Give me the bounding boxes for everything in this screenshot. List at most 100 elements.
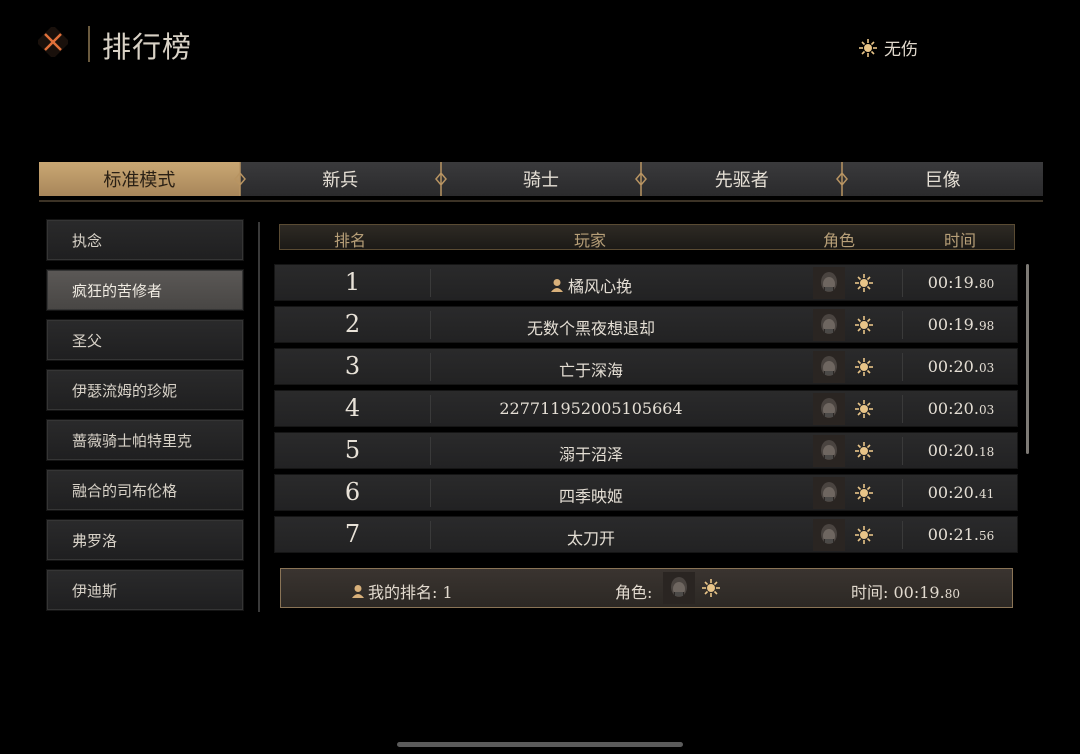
sidebar-item[interactable]: 执念 <box>46 219 244 261</box>
character-portrait-icon <box>813 519 845 551</box>
player-name: 227711952005105664 <box>499 399 683 418</box>
tab-divider-icon <box>233 162 246 196</box>
tab-label: 巨像 <box>924 170 961 191</box>
player-cell: 四季映姬 <box>431 483 751 507</box>
tab-recruit[interactable]: 新兵 <box>240 162 447 196</box>
my-time: 时间: 00:19.80 <box>851 579 960 603</box>
time-cell: 00:19.80 <box>903 273 1019 292</box>
table-row[interactable]: 4 227711952005105664 00:20.03 <box>274 390 1018 427</box>
player-cell: 太刀开 <box>431 525 751 549</box>
time-cell: 00:21.56 <box>903 525 1019 544</box>
table-row[interactable]: 5 溺于沼泽 00:20.18 <box>274 432 1018 469</box>
boss-list: 执念 疯狂的苦修者 圣父 伊瑟流姆的珍妮 蔷薇骑士帕特里克 融合的司布伦格 弗罗… <box>46 219 244 619</box>
time-ms: 03 <box>978 403 995 417</box>
flawless-label: 无伤 <box>884 40 918 60</box>
player-name: 无数个黑夜想退却 <box>526 319 655 338</box>
time-main: 00:20. <box>927 357 979 376</box>
tab-label: 骑士 <box>522 170 559 191</box>
player-cell: 亡于深海 <box>431 357 751 381</box>
player-cell: 溺于沼泽 <box>431 441 751 465</box>
player-cell: 橘风心挽 <box>431 273 751 297</box>
table-row[interactable]: 2 无数个黑夜想退却 00:19.98 <box>274 306 1018 343</box>
sidebar-item-label: 弗罗洛 <box>72 531 118 550</box>
sidebar-item[interactable]: 圣父 <box>46 319 244 361</box>
player-name: 四季映姬 <box>558 487 623 506</box>
sidebar-item-label: 伊瑟流姆的珍妮 <box>72 381 178 400</box>
sidebar-item[interactable]: 弗罗洛 <box>46 519 244 561</box>
player-name: 太刀开 <box>566 529 615 548</box>
sidebar-item-label: 伊迪斯 <box>72 581 118 600</box>
sun-emblem-icon <box>855 484 873 502</box>
sun-emblem-icon <box>855 316 873 334</box>
sidebar-item[interactable]: 融合的司布伦格 <box>46 469 244 511</box>
mode-tabs: 标准模式 新兵 骑士 先驱者 巨像 <box>39 162 1043 196</box>
time-main: 00:20. <box>927 399 979 418</box>
column-header-character: 角色 <box>823 231 856 250</box>
sidebar-item[interactable]: 疯狂的苦修者 <box>46 269 244 311</box>
column-header-player: 玩家 <box>574 231 607 250</box>
rank-cell: 7 <box>344 520 361 548</box>
time-main: 00:20. <box>927 483 979 502</box>
column-header-time: 时间 <box>944 231 977 250</box>
tab-divider-icon <box>836 162 849 196</box>
sidebar-item[interactable]: 蔷薇骑士帕特里克 <box>46 419 244 461</box>
time-ms: 98 <box>978 319 995 333</box>
sun-emblem-icon <box>855 400 873 418</box>
sidebar-item-label: 圣父 <box>72 331 103 350</box>
time-cell: 00:20.03 <box>903 357 1019 376</box>
sun-emblem-icon <box>855 526 873 544</box>
time-cell: 00:20.18 <box>903 441 1019 460</box>
time-ms: 03 <box>978 361 995 375</box>
time-ms: 80 <box>978 277 995 291</box>
tab-knight[interactable]: 骑士 <box>441 162 648 196</box>
sun-emblem-icon <box>859 38 877 57</box>
table-row[interactable]: 3 亡于深海 00:20.03 <box>274 348 1018 385</box>
time-ms: 18 <box>978 445 995 459</box>
table-scrollbar[interactable] <box>1026 264 1029 454</box>
my-rank: 我的排名: 1 <box>351 579 453 603</box>
self-user-icon <box>352 585 364 598</box>
tab-standard[interactable]: 标准模式 <box>39 162 246 196</box>
time-main: 00:19. <box>927 315 979 334</box>
tab-divider-icon <box>434 162 447 196</box>
tabs-underline <box>39 200 1043 202</box>
tab-colossus[interactable]: 巨像 <box>842 162 1043 196</box>
tab-divider-icon <box>635 162 648 196</box>
player-cell: 无数个黑夜想退却 <box>431 315 751 339</box>
leaderboard-table: 1 橘风心挽 00:19.80 2 无数个黑夜想退却 00:19.98 3 亡于… <box>274 264 1018 558</box>
sun-emblem-icon <box>855 442 873 460</box>
my-rank-label: 我的排名: 1 <box>368 583 453 602</box>
tab-label: 先驱者 <box>714 170 769 191</box>
time-ms: 41 <box>978 487 995 501</box>
home-indicator[interactable] <box>397 742 683 747</box>
time-main: 00:20. <box>927 441 979 460</box>
tab-label: 标准模式 <box>103 170 176 191</box>
character-portrait-icon <box>813 351 845 383</box>
player-cell: 227711952005105664 <box>431 399 751 418</box>
time-main: 00:19. <box>927 273 979 292</box>
close-button[interactable] <box>36 25 70 59</box>
sidebar-item[interactable]: 伊迪斯 <box>46 569 244 611</box>
time-cell: 00:20.03 <box>903 399 1019 418</box>
character-portrait-icon <box>813 393 845 425</box>
character-portrait-icon <box>663 572 695 604</box>
table-row[interactable]: 7 太刀开 00:21.56 <box>274 516 1018 553</box>
time-main: 00:21. <box>927 525 979 544</box>
player-name: 亡于深海 <box>558 361 623 380</box>
tab-pioneer[interactable]: 先驱者 <box>641 162 849 196</box>
sidebar-scrollbar[interactable] <box>258 222 260 612</box>
time-ms: 56 <box>978 529 995 543</box>
flawless-toggle[interactable]: 无伤 <box>858 35 918 60</box>
my-rank-bar: 我的排名: 1 角色: 时间: 00:19.80 <box>280 568 1013 608</box>
my-character-label: 角色: <box>615 583 653 602</box>
rank-cell: 5 <box>344 436 361 464</box>
time-cell: 00:19.98 <box>903 315 1019 334</box>
table-row[interactable]: 6 四季映姬 00:20.41 <box>274 474 1018 511</box>
my-time-ms: 80 <box>944 587 960 601</box>
time-cell: 00:20.41 <box>903 483 1019 502</box>
rank-cell: 6 <box>344 478 361 506</box>
table-row[interactable]: 1 橘风心挽 00:19.80 <box>274 264 1018 301</box>
self-user-icon <box>550 279 563 292</box>
character-portrait-icon <box>813 309 845 341</box>
sidebar-item[interactable]: 伊瑟流姆的珍妮 <box>46 369 244 411</box>
